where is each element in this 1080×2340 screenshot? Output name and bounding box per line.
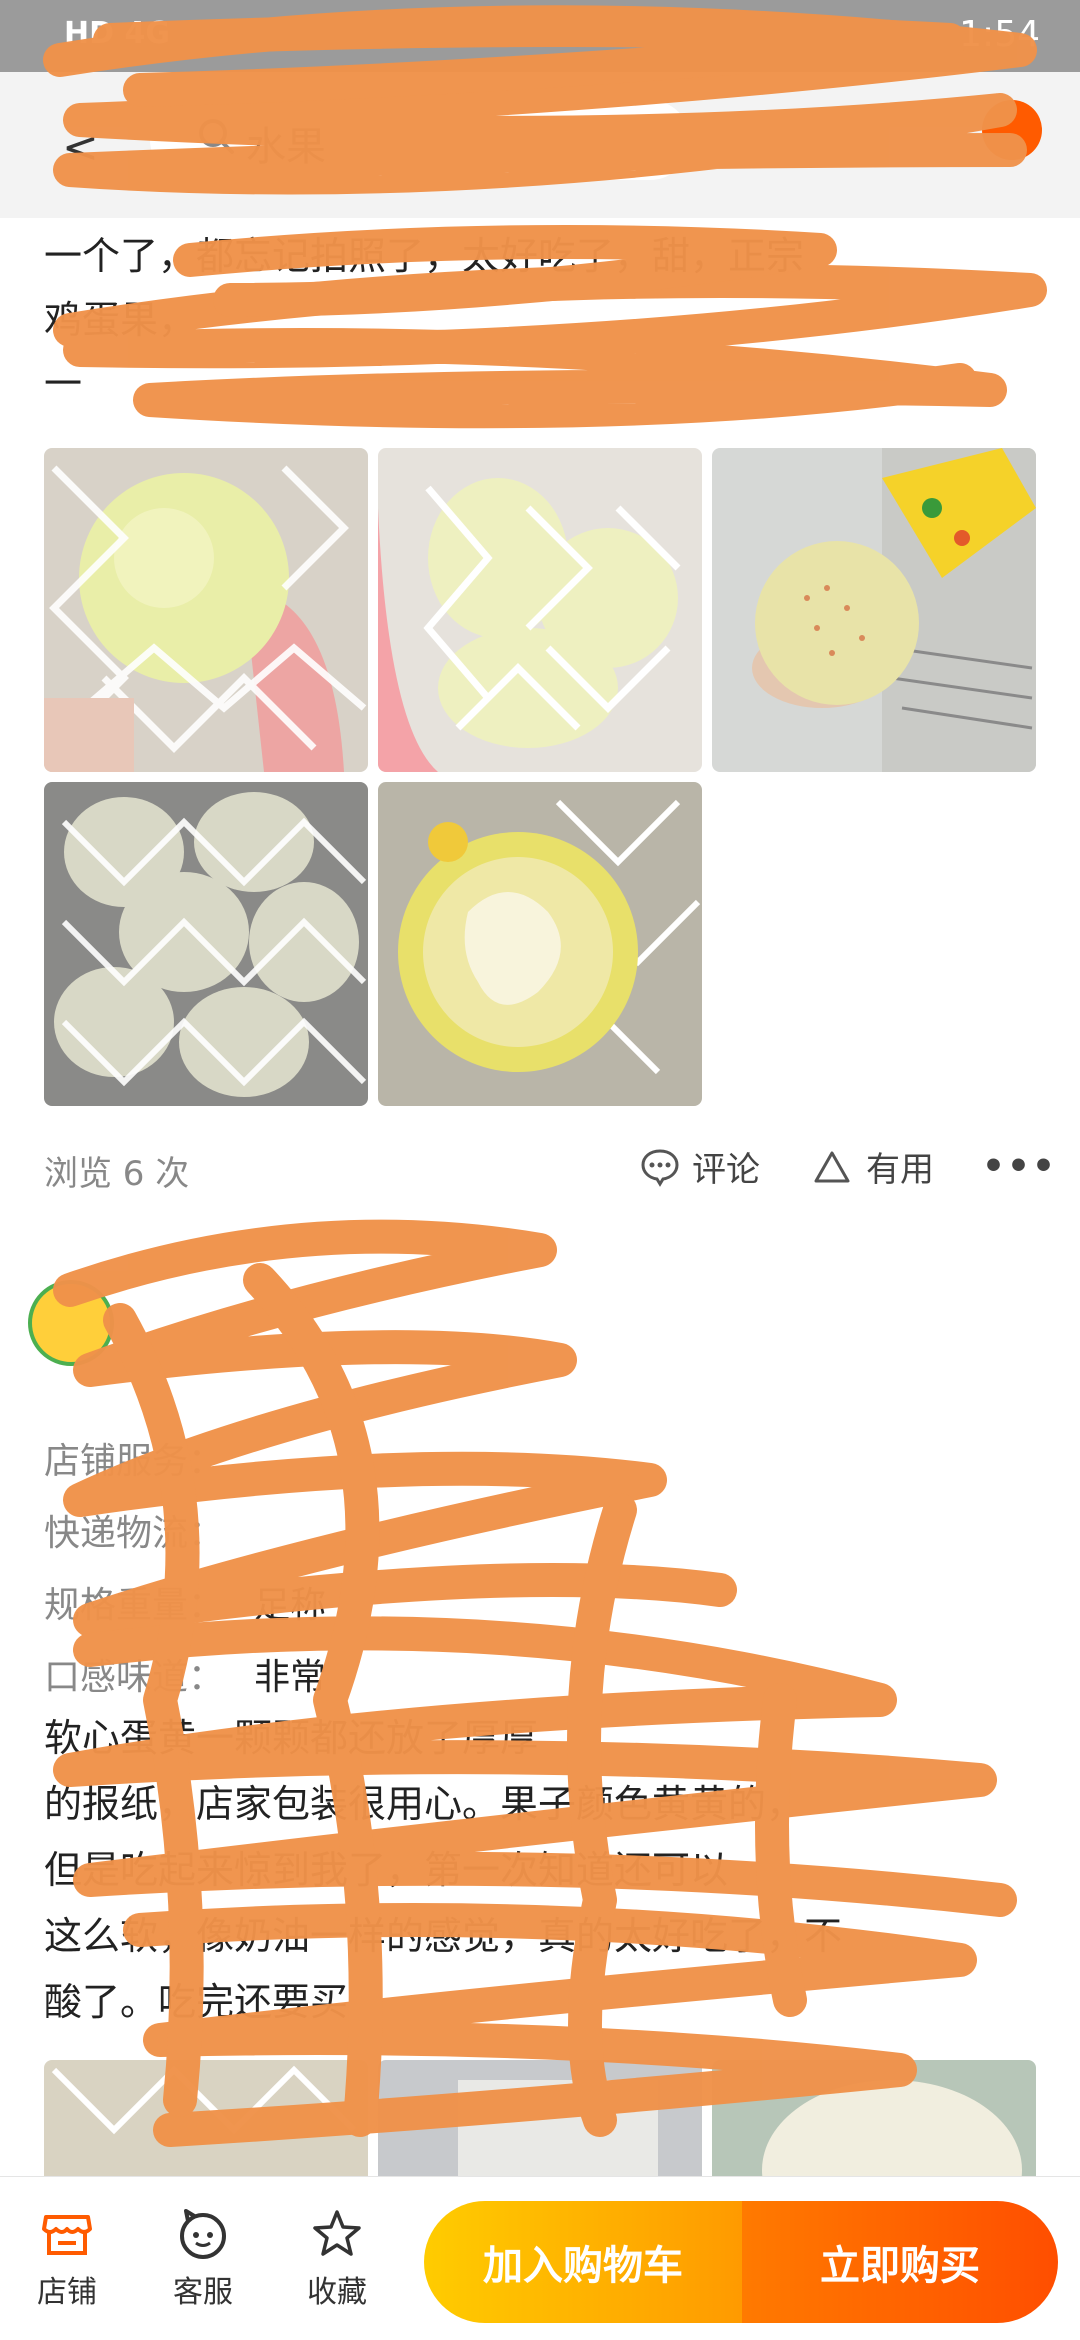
header-action-button[interactable] (982, 100, 1042, 160)
avatar[interactable] (28, 1280, 114, 1366)
review-photo[interactable] (712, 2060, 1036, 2176)
review-text-line: 软心蛋黄一颗颗都还放了厚厚 (44, 1716, 539, 1760)
review-text-line: 鸡蛋果， (44, 298, 197, 342)
store-icon (42, 2215, 92, 2255)
review-photo[interactable] (378, 448, 702, 772)
attr-taste: 口感味道： 非常 (44, 1648, 326, 1700)
like-icon (814, 1151, 850, 1182)
bottom-bar: 店铺 客服 收藏 加入购物车 立即购买 (0, 2176, 1080, 2340)
useful-button[interactable]: 有用 (812, 1142, 934, 1191)
header: < 水果 (0, 72, 1080, 218)
review-photo[interactable] (378, 782, 702, 1106)
attr-label: 口感味道： (44, 1657, 225, 1698)
review-text-line: 的报纸，店家包装很用心。果子颜色黄黄的， (44, 1782, 805, 1826)
comment-button[interactable]: 评论 (640, 1142, 760, 1191)
attr-weight: 规格重量： 足称 (44, 1576, 326, 1628)
favorite-label: 收藏 (307, 2275, 367, 2310)
attr-store-service: 店铺服务： (44, 1432, 254, 1484)
review-photo[interactable] (712, 448, 1036, 772)
favorite-icon (313, 2210, 361, 2256)
favorite-button[interactable]: 收藏 (292, 2207, 382, 2311)
attr-label: 快递物流： (44, 1513, 225, 1554)
attr-label: 店铺服务： (44, 1441, 225, 1482)
review-text-line: 一个了，都忘记拍照了，太好吃了，甜，正宗 (44, 234, 805, 278)
add-to-cart-button[interactable]: 加入购物车 (424, 2201, 742, 2323)
status-bar: HD 4G 1:54 (0, 0, 1080, 72)
view-count: 浏览 6 次 (44, 1154, 190, 1194)
buy-now-button[interactable]: 立即购买 (742, 2201, 1058, 2323)
review-photo[interactable] (44, 448, 368, 772)
back-icon[interactable]: < (62, 122, 99, 173)
service-label: 客服 (173, 2275, 233, 2310)
review-photo[interactable] (44, 2060, 368, 2176)
review-photo[interactable] (378, 2060, 702, 2176)
service-icon (180, 2209, 226, 2259)
attr-value: 足称 (254, 1585, 327, 1626)
service-button[interactable]: 客服 (158, 2207, 248, 2311)
review-text-line: 酸了。吃完还要买 (44, 1980, 349, 2024)
review-text-line: 一 (44, 362, 83, 406)
review-text-line: 这么软，像奶油一样的感觉，真的太好吃了，不 (44, 1914, 843, 1958)
review-text-line: 但是吃起来惊到我了，第一次知道还可以 (44, 1848, 729, 1892)
comment-label: 评论 (692, 1150, 760, 1190)
attr-label: 规格重量： (44, 1585, 225, 1626)
attr-logistics: 快递物流： (44, 1504, 254, 1556)
comment-icon (641, 1148, 679, 1187)
more-icon[interactable]: ••• (982, 1146, 1057, 1187)
review-photo[interactable] (44, 782, 368, 1106)
store-button[interactable]: 店铺 (22, 2207, 112, 2311)
network-indicator: HD 4G (64, 16, 170, 51)
clock: 1:54 (959, 14, 1040, 55)
search-text: 水果 (246, 124, 326, 170)
search-input[interactable]: 水果 (150, 100, 690, 180)
attr-value: 非常 (254, 1657, 327, 1698)
search-icon (199, 119, 234, 154)
useful-label: 有用 (866, 1150, 934, 1190)
store-label: 店铺 (37, 2275, 97, 2310)
